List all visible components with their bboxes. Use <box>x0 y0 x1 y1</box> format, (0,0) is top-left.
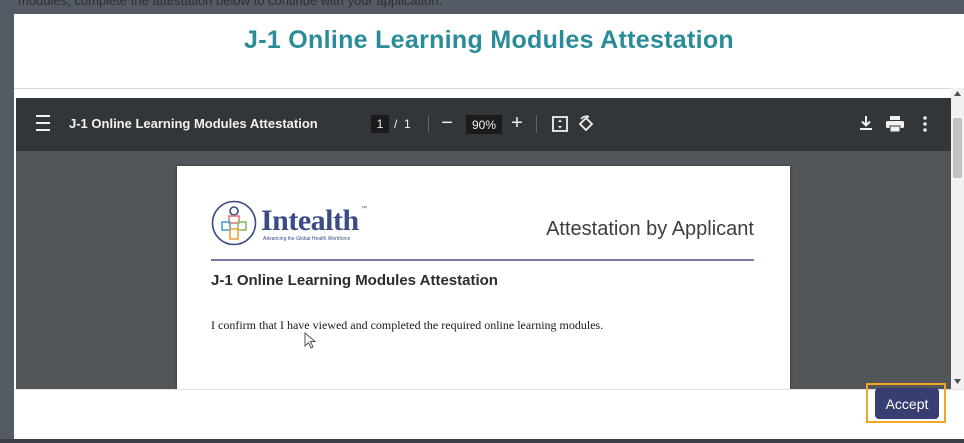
pdf-document-title: J-1 Online Learning Modules Attestation <box>69 116 318 131</box>
more-options-icon[interactable] <box>919 115 931 133</box>
attestation-modal: J-1 Online Learning Modules Attestation … <box>14 14 964 439</box>
trademark-symbol: ™ <box>361 206 367 212</box>
scroll-up-arrow-icon[interactable] <box>954 91 961 96</box>
scrollbar-thumb[interactable] <box>953 118 962 178</box>
print-icon[interactable] <box>886 115 904 132</box>
backdrop-overlay <box>0 14 14 443</box>
background-instruction-text: modules, complete the attestation below … <box>18 0 443 8</box>
toolbar-divider <box>536 115 537 133</box>
backdrop-bottom-edge <box>0 439 964 443</box>
mouse-pointer-icon <box>304 331 318 350</box>
toolbar-divider <box>428 115 429 133</box>
document-heading: J-1 Online Learning Modules Attestation <box>211 272 498 289</box>
pdf-toolbar: J-1 Online Learning Modules Attestation … <box>16 98 951 151</box>
modal-footer <box>14 389 964 439</box>
intealth-logo-icon <box>211 200 257 246</box>
pdf-viewer[interactable]: J-1 Online Learning Modules Attestation … <box>16 98 951 389</box>
modal-title: J-1 Online Learning Modules Attestation <box>244 26 734 54</box>
download-icon[interactable] <box>858 114 874 132</box>
page-total: 1 <box>404 117 411 131</box>
page-separator: / <box>394 117 398 131</box>
intealth-logo-wordmark: Intealth <box>261 204 359 237</box>
modal-scrollbar[interactable] <box>951 88 964 389</box>
fit-page-icon[interactable] <box>551 115 569 133</box>
zoom-out-button[interactable]: − <box>439 112 455 134</box>
accept-button[interactable]: Accept <box>875 388 939 419</box>
modal-header: J-1 Online Learning Modules Attestation <box>14 14 964 89</box>
document-header-label: Attestation by Applicant <box>546 218 754 240</box>
document-body-text: I confirm that I have viewed and complet… <box>211 318 604 332</box>
scroll-down-arrow-icon[interactable] <box>954 379 961 384</box>
rotate-icon[interactable] <box>577 114 595 134</box>
pdf-page: Intealth ™ Advancing the Global Health W… <box>177 166 790 389</box>
zoom-level-input[interactable]: 90% <box>466 115 502 134</box>
header-rule <box>211 259 754 261</box>
page-number-input[interactable]: 1 <box>371 115 389 133</box>
logo-tagline: Advancing the Global Health Workforce <box>263 236 351 242</box>
menu-icon[interactable] <box>35 115 51 131</box>
zoom-in-button[interactable]: + <box>509 112 525 134</box>
